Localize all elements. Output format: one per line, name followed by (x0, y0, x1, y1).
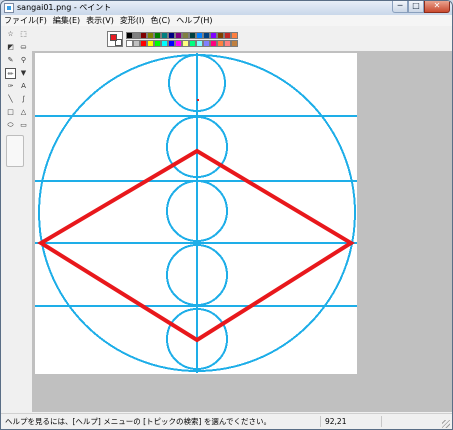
brush-icon[interactable]: ▼ (18, 68, 29, 79)
status-divider (320, 416, 321, 427)
palette-swatch[interactable] (182, 40, 189, 47)
palette-swatch[interactable] (196, 32, 203, 39)
palette-swatch[interactable] (203, 32, 210, 39)
palette-swatch[interactable] (182, 32, 189, 39)
menu-help[interactable]: ヘルプ(H) (173, 15, 215, 26)
palette-swatch[interactable] (189, 32, 196, 39)
palette-swatch[interactable] (161, 32, 168, 39)
status-bar: ヘルプを見るには、[ヘルプ] メニューの [トピックの検索] を選んでください。… (1, 413, 452, 429)
menu-file[interactable]: ファイル(F) (1, 15, 50, 26)
palette-swatch[interactable] (217, 32, 224, 39)
rectangle-icon[interactable]: □ (5, 107, 16, 118)
ellipse-icon[interactable]: ⬭ (5, 120, 16, 131)
palette-swatch[interactable] (203, 40, 210, 47)
palette-swatch[interactable] (210, 40, 217, 47)
palette-swatch[interactable] (175, 32, 182, 39)
window-title: sangai01.png - ペイント (17, 3, 112, 12)
palette-swatch[interactable] (231, 40, 238, 47)
palette-swatch[interactable] (154, 32, 161, 39)
magnifier-icon[interactable]: ⚲ (18, 55, 29, 66)
palette-swatch[interactable] (161, 40, 168, 47)
color-palette (107, 31, 238, 49)
menu-edit[interactable]: 編集(E) (50, 15, 83, 26)
palette-swatch[interactable] (224, 32, 231, 39)
line-icon[interactable]: ╲ (5, 94, 16, 105)
resize-grip[interactable] (442, 420, 450, 428)
free-select-icon[interactable]: ☆ (5, 29, 16, 40)
palette-swatch[interactable] (147, 40, 154, 47)
menu-bar: ファイル(F) 編集(E) 表示(V) 変形(I) 色(C) ヘルプ(H) (1, 15, 452, 26)
paint-app-icon (4, 3, 14, 13)
palette-swatch[interactable] (168, 32, 175, 39)
palette-swatch[interactable] (140, 32, 147, 39)
rounded-rect-icon[interactable]: ▭ (18, 120, 29, 131)
palette-swatch[interactable] (175, 40, 182, 47)
menu-view[interactable]: 表示(V) (83, 15, 117, 26)
palette-swatch[interactable] (210, 32, 217, 39)
text-icon[interactable]: A (18, 81, 29, 92)
palette-swatch[interactable] (224, 40, 231, 47)
canvas-drawing (35, 53, 357, 373)
status-divider (381, 416, 382, 427)
palette-swatch[interactable] (196, 40, 203, 47)
polygon-icon[interactable]: △ (18, 107, 29, 118)
palette-swatch[interactable] (126, 32, 133, 39)
red-dot (197, 99, 199, 101)
palette-swatch[interactable] (126, 40, 133, 47)
maximize-button[interactable]: □ (408, 1, 424, 13)
minimize-button[interactable]: ─ (392, 1, 408, 13)
color-picker-icon[interactable]: ✎ (5, 55, 16, 66)
canvas-workspace (32, 51, 452, 412)
palette-swatch[interactable] (168, 40, 175, 47)
fill-icon[interactable]: ⛀ (18, 42, 29, 53)
palette-swatch[interactable] (147, 32, 154, 39)
title-bar[interactable]: sangai01.png - ペイント ─ □ ✕ (1, 1, 452, 15)
curve-icon[interactable]: ∫ (18, 94, 29, 105)
guide-lines (35, 53, 357, 373)
pencil-icon[interactable]: ✏ (5, 68, 16, 79)
eraser-icon[interactable]: ◩ (5, 42, 16, 53)
status-help-text: ヘルプを見るには、[ヘルプ] メニューの [トピックの検索] を選んでください。 (5, 417, 271, 426)
palette-swatch[interactable] (154, 40, 161, 47)
rect-select-icon[interactable]: ⬚ (18, 29, 29, 40)
menu-colors[interactable]: 色(C) (147, 15, 173, 26)
palette-swatch[interactable] (189, 40, 196, 47)
menu-image[interactable]: 変形(I) (117, 15, 148, 26)
palette-swatch[interactable] (133, 40, 140, 47)
cursor-coordinates: 92,21 (325, 417, 347, 426)
palette-swatch[interactable] (133, 32, 140, 39)
drawing-canvas[interactable] (35, 53, 357, 374)
palette-swatch[interactable] (140, 40, 147, 47)
paint-window: sangai01.png - ペイント ─ □ ✕ ファイル(F) 編集(E) … (0, 0, 453, 430)
current-colors[interactable] (107, 31, 123, 47)
tool-options-box[interactable] (6, 135, 24, 167)
palette-swatch[interactable] (231, 32, 238, 39)
foreground-color-swatch[interactable] (110, 34, 117, 41)
airbrush-icon[interactable]: ✑ (5, 81, 16, 92)
close-button[interactable]: ✕ (424, 1, 450, 13)
palette-swatch[interactable] (217, 40, 224, 47)
